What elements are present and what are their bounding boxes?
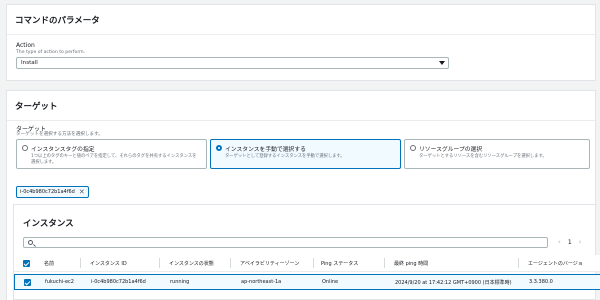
command-parameters-header: コマンドのパラメータ [7, 5, 595, 35]
target-option-resource-group-title: リソースグループの選択 [419, 147, 483, 153]
caret-down-icon [439, 61, 445, 65]
column-header-availability-zone[interactable]: アベイラビリティーゾーン [240, 260, 299, 267]
column-header-agent-version[interactable]: エージェントのバージョ [528, 260, 583, 267]
column-header-ping-status[interactable]: Ping ステータス [321, 260, 358, 267]
radio-unselected-icon[interactable] [22, 145, 28, 151]
command-parameters-title: コマンドのパラメータ [15, 15, 100, 26]
action-description: The type of action to perform. [16, 50, 86, 55]
column-header-instance-id[interactable]: インスタンス ID [90, 260, 127, 267]
target-option-resource-group-desc: ターゲットとするリソースを含むリソースグループを選択します。 [419, 154, 547, 159]
target-option-manual-desc: ターゲットとして登録するインスタンスを手動で選択します。 [225, 154, 345, 159]
target-option-resource-group[interactable]: リソースグループの選択 ターゲットとするリソースを含むリソースグループを選択しま… [404, 139, 590, 169]
selected-instance-token-label: i-0c4b980c72b1a4f6d [20, 189, 75, 195]
action-select-value: Install [21, 60, 38, 66]
table-header: 名前 インスタンス ID インスタンスの状態 アベイラビリティーゾーン Ping… [14, 255, 600, 272]
column-header-instance-state[interactable]: インスタンスの状態 [169, 260, 214, 267]
table-row[interactable]: fukuchi-ec2 i-0c4b980c72b1a4f6d running … [14, 274, 600, 290]
action-label: Action [16, 42, 35, 49]
chevron-right-icon[interactable]: › [579, 238, 582, 246]
radio-unselected-icon[interactable] [410, 145, 416, 151]
radio-selected-icon[interactable] [216, 145, 222, 151]
column-header-last-ping[interactable]: 最終 ping 時間 [394, 260, 428, 267]
target-description: ターゲットを選択する方法を選択します。 [16, 132, 103, 137]
target-option-manual-title: インスタンスを手動で選択する [225, 147, 306, 153]
action-select[interactable]: Install [16, 57, 449, 69]
target-option-tags-title: インスタンスタグの指定 [31, 147, 95, 153]
instances-title: インスタンス [23, 219, 74, 229]
page-number[interactable]: 1 [568, 239, 572, 246]
cell-ping-status: Online [322, 279, 339, 285]
cell-last-ping: 2024/9/20 at 17:42:12 GMT+0900 (日本標準時) [395, 280, 512, 286]
close-icon[interactable]: ✕ [79, 188, 85, 196]
target-option-manual[interactable]: インスタンスを手動で選択する ターゲットとして登録するインスタンスを手動で選択し… [210, 139, 401, 169]
select-all-checkbox[interactable] [23, 260, 30, 267]
cell-instance-id: i-0c4b980c72b1a4f6d [91, 279, 146, 285]
search-icon [28, 240, 33, 245]
chevron-left-icon[interactable]: ‹ [558, 238, 561, 246]
command-parameters-panel: コマンドのパラメータ Action The type of action to … [6, 4, 596, 81]
selected-instance-token: i-0c4b980c72b1a4f6d ✕ [16, 186, 89, 198]
cell-instance-state: running [170, 279, 190, 285]
column-header-name[interactable]: 名前 [44, 260, 54, 267]
row-checkbox[interactable] [24, 279, 31, 286]
instances-container: インスタンス ‹ 1 › 名前 インスタンス ID インスタンスの状態 アベイラ… [13, 204, 600, 300]
target-option-tags-desc: 1つ以上のタグのキーと値のペアを指定して、それらのタグを共有するインスタンスを選… [31, 154, 197, 165]
target-option-tags[interactable]: インスタンスタグの指定 1つ以上のタグのキーと値のペアを指定して、それらのタグを… [16, 139, 207, 169]
target-title: ターゲット [15, 101, 58, 112]
pagination: ‹ 1 › [558, 238, 581, 246]
instances-search-input[interactable] [23, 237, 548, 248]
target-header: ターゲット [7, 91, 595, 121]
cell-availability-zone: ap-northeast-1a [241, 279, 282, 285]
cell-name: fukuchi-ec2 [45, 279, 74, 285]
cell-agent-version: 3.3.380.0 [529, 279, 553, 285]
